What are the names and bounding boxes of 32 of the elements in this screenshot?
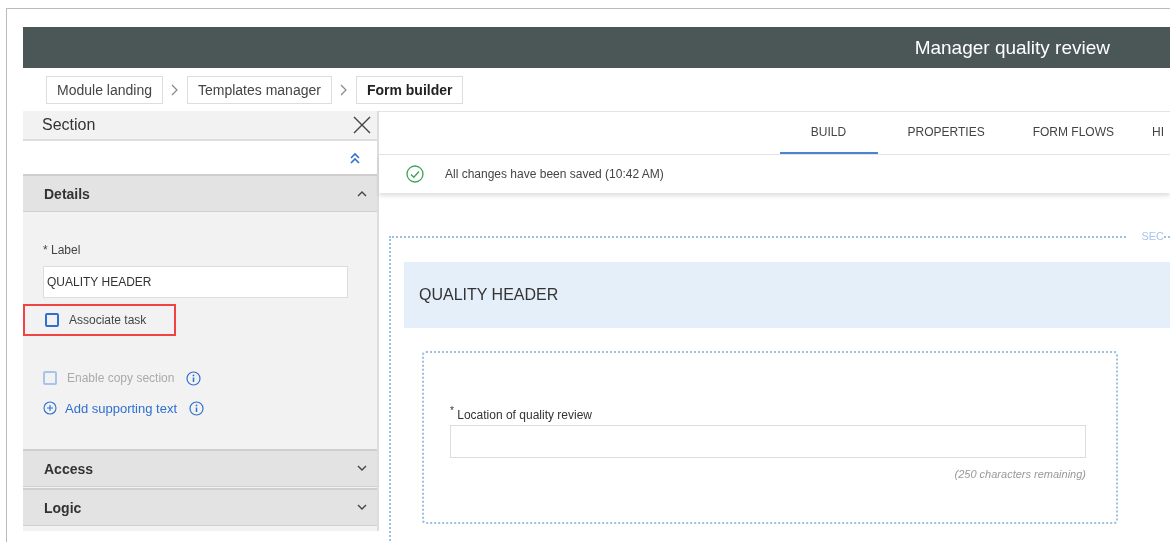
section-title: QUALITY HEADER [419,286,559,304]
accordion-header[interactable]: Logic [23,488,377,526]
close-icon[interactable] [353,116,371,134]
add-text-link[interactable]: Add supporting text [65,400,178,416]
info-icon[interactable] [189,400,205,416]
panel-title: Section [42,116,96,134]
plus-circle-icon [43,401,57,415]
accordion-header[interactable]: Details [23,174,377,212]
location-input[interactable] [450,425,1086,458]
tab[interactable]: BUILD [779,112,878,154]
breadcrumb-link[interactable]: Templates manager [186,75,332,104]
label-input[interactable]: QUALITY HEADER [43,266,348,298]
character-count: (250 characters remaining) [954,468,1086,480]
section-tag: SEC [1127,230,1164,242]
field-label: * Label [43,243,81,257]
status-text: All changes have been saved (10:42 AM) [445,167,664,181]
chevron-right-icon [170,83,179,96]
chevron-down-icon [357,465,367,472]
tab[interactable]: HI [1152,112,1170,154]
chevron-right-icon [339,83,348,96]
chevron-down-icon [357,504,367,511]
breadcrumb-link[interactable]: Module landing [46,75,163,104]
accordion-header[interactable]: Access [23,449,377,487]
page-title: Manager quality review [914,36,1110,59]
tab[interactable]: PROPERTIES [889,112,1003,154]
field-label: $^{*}$ Location of quality review [450,405,593,422]
breadcrumb-link[interactable]: Form builder [355,75,464,104]
checkbox[interactable]: Associate task [45,313,147,327]
check-circle-icon [406,165,424,183]
chevron-up-icon [357,190,367,197]
double-chevron-up-icon[interactable] [349,151,361,164]
tab[interactable]: FORM FLOWS [1014,112,1132,154]
